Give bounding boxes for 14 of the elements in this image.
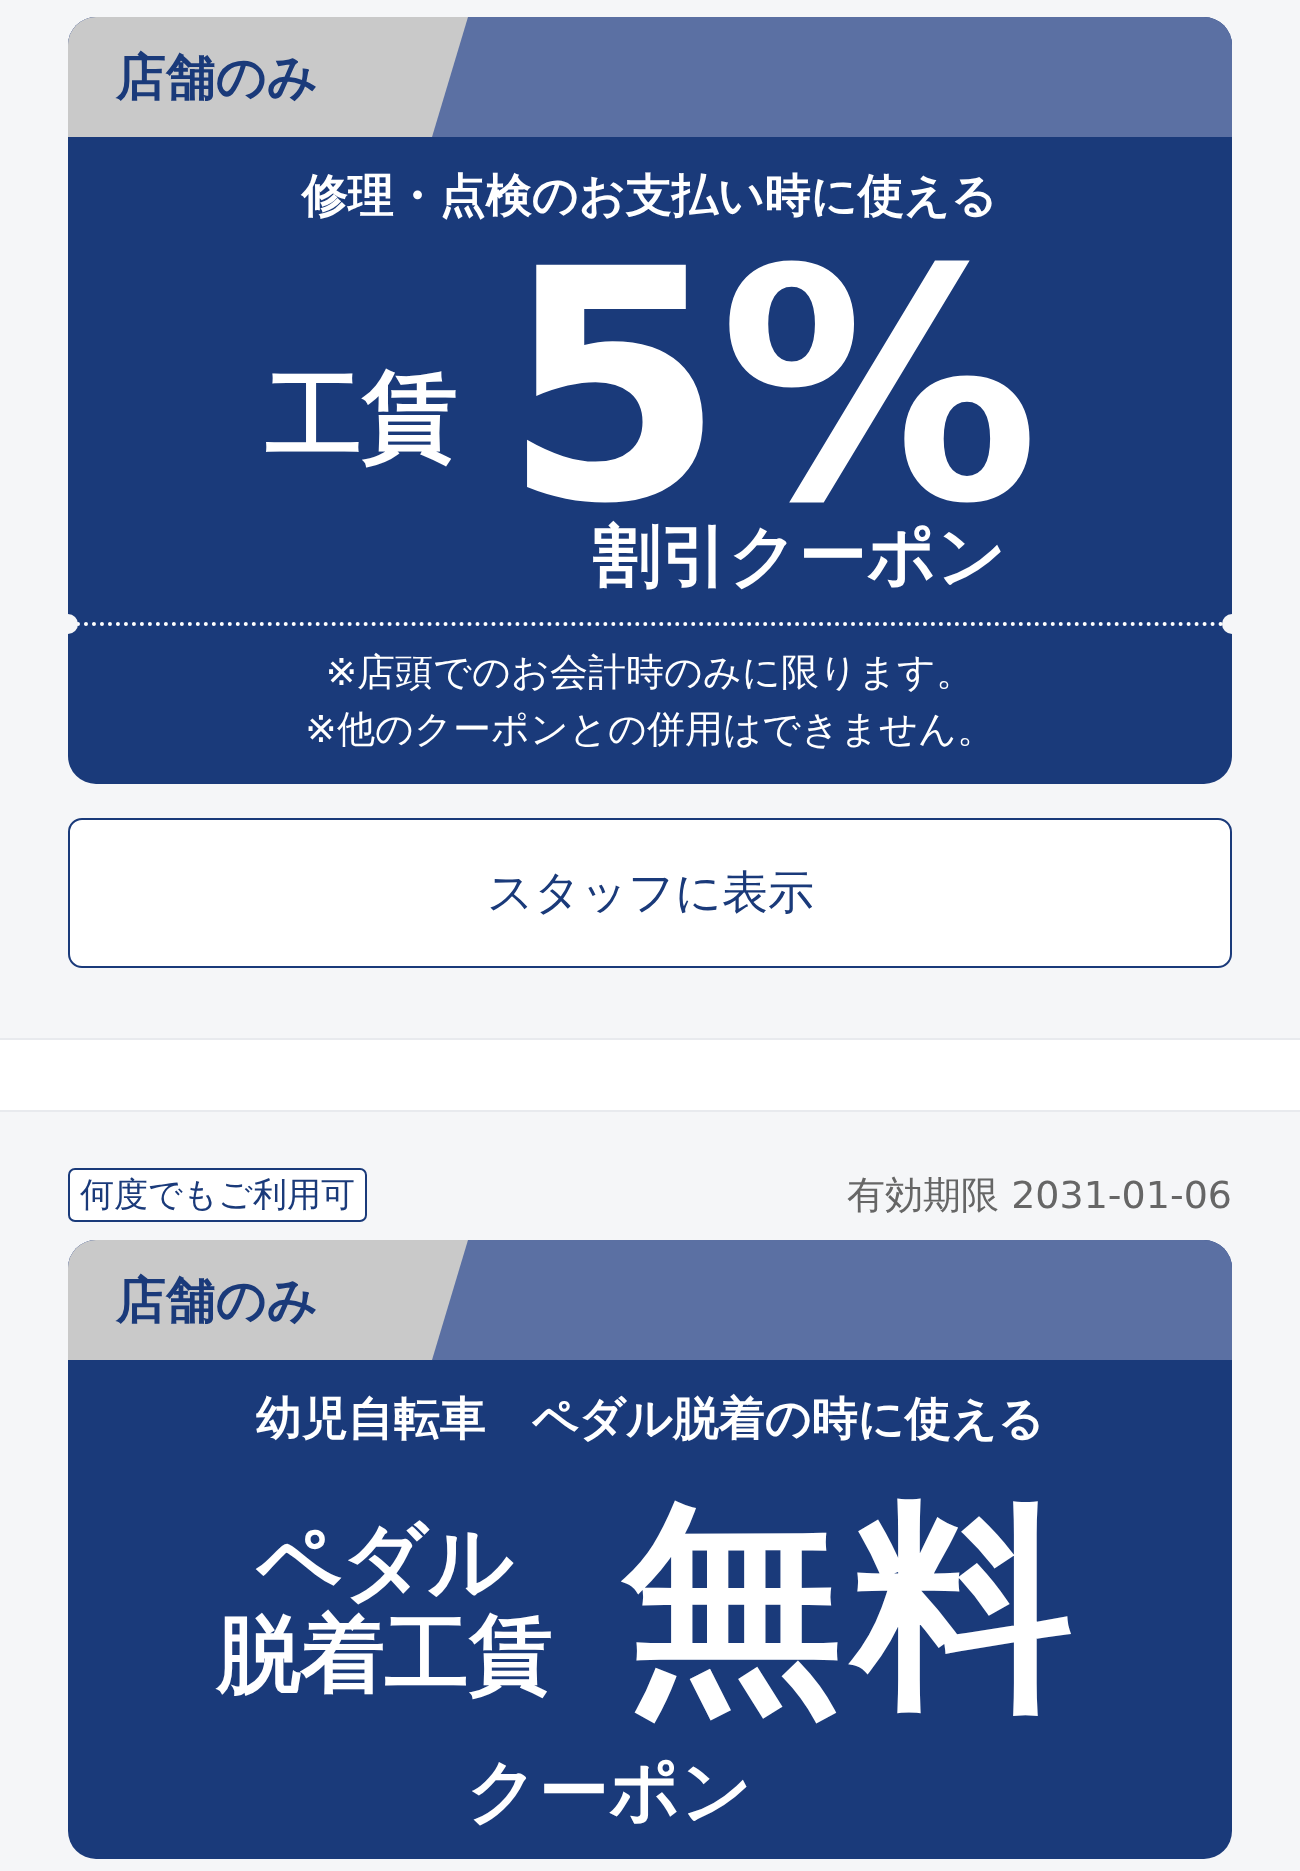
coupon-headline: 幼児自転車 ペダル脱着の時に使える — [254, 1390, 1046, 1447]
discount-value: 無料 — [623, 1478, 1083, 1737]
coupon-note: ※店頭でのお会計時のみに限ります。 — [325, 649, 975, 696]
coupon-headline: 修理・点検のお支払い時に使える — [300, 167, 999, 224]
coupon-note: ※他のクーポンとの併用はできません。 — [305, 706, 995, 753]
usage-tag: 何度でもご利用可 — [68, 1168, 367, 1222]
store-only-badge: 店舗のみ — [68, 17, 468, 137]
discount-label: 工賃 — [266, 364, 459, 470]
expiry-date: 有効期限 2031-01-06 — [847, 1171, 1232, 1219]
discount-label: 脱着工賃 — [217, 1607, 553, 1700]
store-only-badge: 店舗のみ — [68, 1240, 468, 1360]
show-staff-button[interactable]: スタッフに表示 — [68, 818, 1232, 968]
coupon-title: クーポン — [466, 1749, 754, 1834]
discount-label: ペダル — [256, 1515, 514, 1608]
